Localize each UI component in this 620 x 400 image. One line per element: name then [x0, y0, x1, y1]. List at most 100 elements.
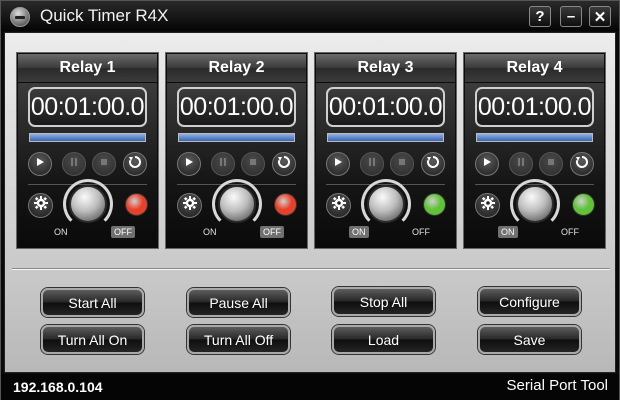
reset-button[interactable]	[421, 152, 445, 176]
stop-icon	[396, 155, 408, 173]
stop-all-button[interactable]: Stop All	[332, 287, 435, 316]
pause-all-button[interactable]: Pause All	[187, 288, 290, 317]
stop-icon	[98, 155, 110, 173]
progress-bar	[29, 133, 146, 142]
stop-icon	[545, 155, 557, 173]
play-icon	[332, 155, 344, 173]
settings-button[interactable]	[326, 193, 351, 218]
relay-knob[interactable]	[367, 185, 405, 223]
status-lamp	[274, 193, 297, 216]
start-all-button[interactable]: Start All	[41, 288, 144, 317]
pause-icon	[515, 155, 527, 173]
timer-display: 00:01:00.0	[475, 87, 594, 127]
help-button[interactable]: ?	[529, 6, 551, 27]
off-label[interactable]: OFF	[409, 226, 433, 238]
relay-body: 00:01:00.0 ON OFF	[316, 83, 455, 248]
separator	[12, 268, 610, 270]
play-icon	[34, 155, 46, 173]
status-lamp	[125, 193, 148, 216]
title-bar[interactable]: Quick Timer R4X ? – ✕	[1, 1, 619, 31]
relay-card: Relay 4 00:01:00.0 ON OFF	[463, 52, 606, 249]
play-button[interactable]	[326, 152, 350, 176]
relay-knob[interactable]	[516, 185, 554, 223]
pause-icon	[217, 155, 229, 173]
progress-bar	[178, 133, 295, 142]
stop-button[interactable]	[92, 152, 116, 176]
relay-body: 00:01:00.0 ON OFF	[18, 83, 157, 248]
reset-icon	[276, 154, 292, 175]
progress-fill	[477, 134, 592, 141]
stop-button[interactable]	[390, 152, 414, 176]
off-label[interactable]: OFF	[111, 226, 135, 238]
relay-body: 00:01:00.0 ON OFF	[167, 83, 306, 248]
relay-title: Relay 3	[316, 54, 455, 82]
pause-icon	[366, 155, 378, 173]
off-label[interactable]: OFF	[260, 226, 284, 238]
play-button[interactable]	[28, 152, 52, 176]
relay-knob[interactable]	[69, 185, 107, 223]
stop-button[interactable]	[539, 152, 563, 176]
timer-display: 00:01:00.0	[326, 87, 445, 127]
reset-button[interactable]	[570, 152, 594, 176]
turn-all-on-button[interactable]: Turn All On	[41, 325, 144, 354]
minimize-button[interactable]: –	[560, 6, 582, 27]
relay-title: Relay 2	[167, 54, 306, 82]
relay-card: Relay 3 00:01:00.0 ON OFF	[314, 52, 457, 249]
pause-button[interactable]	[360, 152, 384, 176]
pause-button[interactable]	[509, 152, 533, 176]
status-bar: 192.168.0.104 Serial Port Tool	[1, 374, 619, 400]
on-label[interactable]: ON	[51, 226, 71, 238]
app-window: Quick Timer R4X ? – ✕ Relay 1 00:01:00.0…	[0, 0, 620, 400]
status-lamp	[423, 193, 446, 216]
status-lamp	[572, 193, 595, 216]
settings-button[interactable]	[177, 193, 202, 218]
relay-knob[interactable]	[218, 185, 256, 223]
progress-fill	[179, 134, 294, 141]
reset-icon	[574, 154, 590, 175]
on-label[interactable]: ON	[200, 226, 220, 238]
progress-fill	[328, 134, 443, 141]
relay-card: Relay 2 00:01:00.0 ON OFF	[165, 52, 308, 249]
turn-all-off-button[interactable]: Turn All Off	[187, 325, 290, 354]
play-button[interactable]	[177, 152, 201, 176]
pause-button[interactable]	[62, 152, 86, 176]
play-icon	[183, 155, 195, 173]
on-label[interactable]: ON	[498, 226, 518, 238]
stop-button[interactable]	[241, 152, 265, 176]
progress-fill	[30, 134, 145, 141]
reset-icon	[425, 154, 441, 175]
load-button[interactable]: Load	[332, 325, 435, 354]
app-logo-icon	[10, 7, 30, 27]
progress-bar	[327, 133, 444, 142]
configure-button[interactable]: Configure	[478, 287, 581, 316]
close-button[interactable]: ✕	[589, 6, 611, 27]
play-icon	[481, 155, 493, 173]
reset-button[interactable]	[272, 152, 296, 176]
pause-icon	[68, 155, 80, 173]
tool-label: Serial Port Tool	[506, 377, 608, 394]
settings-button[interactable]	[28, 193, 53, 218]
main-panel: Relay 1 00:01:00.0 ON OFF Relay 2 00:01:…	[4, 32, 616, 373]
window-title: Quick Timer R4X	[40, 6, 169, 25]
relay-title: Relay 4	[465, 54, 604, 82]
relay-title: Relay 1	[18, 54, 157, 82]
play-button[interactable]	[475, 152, 499, 176]
gear-icon	[480, 195, 496, 216]
timer-display: 00:01:00.0	[177, 87, 296, 127]
pause-button[interactable]	[211, 152, 235, 176]
gear-icon	[33, 195, 49, 216]
ip-address: 192.168.0.104	[13, 379, 103, 395]
reset-button[interactable]	[123, 152, 147, 176]
gear-icon	[182, 195, 198, 216]
gear-icon	[331, 195, 347, 216]
reset-icon	[127, 154, 143, 175]
save-button[interactable]: Save	[478, 325, 581, 354]
stop-icon	[247, 155, 259, 173]
off-label[interactable]: OFF	[558, 226, 582, 238]
relay-card: Relay 1 00:01:00.0 ON OFF	[16, 52, 159, 249]
progress-bar	[476, 133, 593, 142]
on-label[interactable]: ON	[349, 226, 369, 238]
settings-button[interactable]	[475, 193, 500, 218]
timer-display: 00:01:00.0	[28, 87, 147, 127]
relay-body: 00:01:00.0 ON OFF	[465, 83, 604, 248]
